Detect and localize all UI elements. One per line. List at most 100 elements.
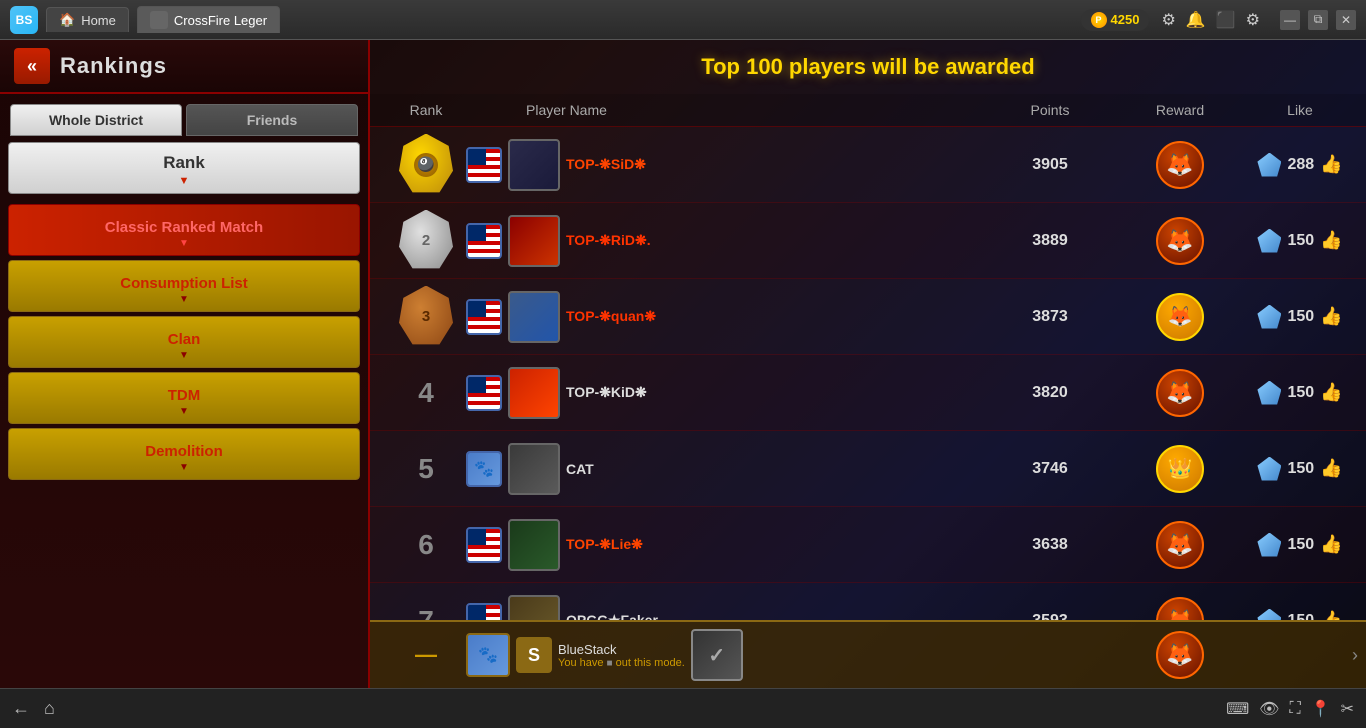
sidebar-item-consumption[interactable]: Consumption List ▼ xyxy=(8,260,360,312)
thumb-icon-3[interactable]: 👍 xyxy=(1320,306,1342,327)
wolf-reward-icon-7: 🦊 xyxy=(1156,597,1204,621)
taskbar-eye-icon[interactable]: 👁 xyxy=(1259,699,1279,719)
player-name-4: TOP-❋KiD❋ xyxy=(566,384,647,401)
reward-3: 🦊 xyxy=(1110,293,1250,341)
settings-icon[interactable]: ⚙ xyxy=(1161,10,1175,30)
reward-2: 🦊 xyxy=(1110,217,1250,265)
sidebar-item-clan[interactable]: Clan ▼ xyxy=(8,316,360,368)
wolf-reward-icon-2: 🦊 xyxy=(1156,217,1204,265)
like-count-5: 150 xyxy=(1287,460,1314,478)
taskbar-fullscreen-icon[interactable]: ⛶ xyxy=(1289,700,1300,718)
sidebar-item-tdm[interactable]: TDM ▼ xyxy=(8,372,360,424)
title-bar: BS 🏠 Home CrossFire Leger P 4250 ⚙ 🔔 ⬛ ⚙… xyxy=(0,0,1366,40)
home-tab-label: Home xyxy=(81,13,116,28)
home-tab[interactable]: 🏠 Home xyxy=(46,7,129,32)
current-avatar: 🐾 xyxy=(466,633,510,677)
reward-4: 🦊 xyxy=(1110,369,1250,417)
player-name-6: TOP-❋Lie❋ xyxy=(566,536,643,553)
points-6: 3638 xyxy=(990,536,1110,554)
whole-district-tab[interactable]: Whole District xyxy=(10,104,182,136)
player-name-2: TOP-❋RiD❋. xyxy=(566,232,651,249)
avatar-6 xyxy=(508,519,560,571)
display-icon[interactable]: ⬛ xyxy=(1216,10,1236,30)
avatar-1 xyxy=(508,139,560,191)
sidebar-item-demolition[interactable]: Demolition ▼ xyxy=(8,428,360,480)
points-4: 3820 xyxy=(990,384,1110,402)
player-name-3: TOP-❋quan❋ xyxy=(566,308,656,325)
avatar-2 xyxy=(508,215,560,267)
game-tab[interactable]: CrossFire Leger xyxy=(137,6,280,33)
like-4: 150 👍 xyxy=(1250,381,1350,405)
player-info-3: TOP-❋quan❋ xyxy=(466,291,990,343)
player-info-5: 🐾 CAT xyxy=(466,443,990,495)
notification-icon[interactable]: 🔔 xyxy=(1186,10,1206,30)
minimize-button[interactable]: — xyxy=(1280,10,1300,30)
friends-tab[interactable]: Friends xyxy=(186,104,358,136)
taskbar: ← ⌂ ⌨ 👁 ⛶ 📍 ✂ xyxy=(0,688,1366,728)
avatar-3 xyxy=(508,291,560,343)
like-1: 288 👍 xyxy=(1250,153,1350,177)
leaderboard-headline: Top 100 players will be awarded xyxy=(701,54,1034,79)
thumb-icon-1[interactable]: 👍 xyxy=(1320,154,1342,175)
current-rank: — xyxy=(386,642,466,668)
player-info-2: TOP-❋RiD❋. xyxy=(466,215,990,267)
rank-medal-3: 3 xyxy=(386,286,466,348)
diamond-icon-7 xyxy=(1257,609,1281,621)
title-bar-right: P 4250 ⚙ 🔔 ⬛ ⚙ — ⧉ ✕ xyxy=(1081,9,1356,31)
filter-tabs: Whole District Friends xyxy=(0,94,368,136)
sidebar-chevron-0: ▼ xyxy=(179,238,189,249)
rank-indicator[interactable]: Rank ▼ xyxy=(8,142,360,194)
back-arrow-icon: « xyxy=(27,56,37,77)
reward-6: 🦊 xyxy=(1110,521,1250,569)
sidebar-chevron-3: ▼ xyxy=(179,406,189,417)
taskbar-location-icon[interactable]: 📍 xyxy=(1311,699,1331,719)
scroll-right-icon[interactable]: › xyxy=(1352,645,1358,666)
close-button[interactable]: ✕ xyxy=(1336,10,1356,30)
silver-medal-icon: 2 xyxy=(399,210,453,272)
restore-button[interactable]: ⧉ xyxy=(1308,10,1328,30)
crossfire-mode-icon: ✓ xyxy=(691,629,743,681)
back-button[interactable]: « xyxy=(14,48,50,84)
thumb-icon-5[interactable]: 👍 xyxy=(1320,458,1342,479)
player-info-1: TOP-❋SiD❋ xyxy=(466,139,990,191)
table-row: 4 TOP-❋KiD❋ 3820 🦊 150 👍 xyxy=(370,355,1366,431)
sidebar-tdm-label: TDM ▼ xyxy=(8,372,360,424)
player-info-4: TOP-❋KiD❋ xyxy=(466,367,990,419)
thumb-icon-6[interactable]: 👍 xyxy=(1320,534,1342,555)
right-panel: Top 100 players will be awarded Rank Pla… xyxy=(370,40,1366,688)
taskbar-home-icon[interactable]: ⌂ xyxy=(44,698,55,719)
table-row: 6 TOP-❋Lie❋ 3638 🦊 150 👍 xyxy=(370,507,1366,583)
sidebar-chevron-2: ▼ xyxy=(179,350,189,361)
like-2: 150 👍 xyxy=(1250,229,1350,253)
table-row: 7 OPGG★Faker 3593 🦊 150 👍 xyxy=(370,583,1366,620)
taskbar-cut-icon[interactable]: ✂ xyxy=(1341,699,1354,719)
current-reward: 🦊 xyxy=(1110,631,1250,679)
sidebar-consumption-label: Consumption List ▼ xyxy=(8,260,360,312)
points-5: 3746 xyxy=(990,460,1110,478)
table-row: 5 🐾 CAT 3746 👑 150 👍 xyxy=(370,431,1366,507)
avatar-4 xyxy=(508,367,560,419)
thumb-icon-4[interactable]: 👍 xyxy=(1320,382,1342,403)
points-7: 3593 xyxy=(990,612,1110,621)
taskbar-keyboard-icon[interactable]: ⌨ xyxy=(1226,699,1249,719)
rank-medal-2: 2 xyxy=(386,210,466,272)
col-like: Like xyxy=(1250,102,1350,118)
player-name-5: CAT xyxy=(566,461,594,477)
current-player-name: BlueStack xyxy=(558,642,685,657)
sidebar-item-classic-ranked[interactable]: Classic Ranked Match ▼ xyxy=(8,204,360,256)
thumb-icon-7[interactable]: 👍 xyxy=(1320,610,1342,620)
leaderboard-header: Top 100 players will be awarded xyxy=(370,40,1366,94)
like-7: 150 👍 xyxy=(1250,609,1350,621)
left-panel: « Rankings Whole District Friends Rank ▼… xyxy=(0,40,370,688)
bronze-medal-inner: 3 xyxy=(422,308,430,325)
gear-icon[interactable]: ⚙ xyxy=(1246,10,1260,30)
like-count-6: 150 xyxy=(1287,536,1314,554)
current-wolf-icon: 🦊 xyxy=(1156,631,1204,679)
table-row: 2 TOP-❋RiD❋. 3889 🦊 150 👍 xyxy=(370,203,1366,279)
game-tab-label: CrossFire Leger xyxy=(174,13,267,28)
taskbar-back-icon[interactable]: ← xyxy=(12,698,30,719)
player-info-6: TOP-❋Lie❋ xyxy=(466,519,990,571)
taskbar-right: ⌨ 👁 ⛶ 📍 ✂ xyxy=(1226,699,1354,719)
thumb-icon-2[interactable]: 👍 xyxy=(1320,230,1342,251)
wolf-reward-icon-6: 🦊 xyxy=(1156,521,1204,569)
